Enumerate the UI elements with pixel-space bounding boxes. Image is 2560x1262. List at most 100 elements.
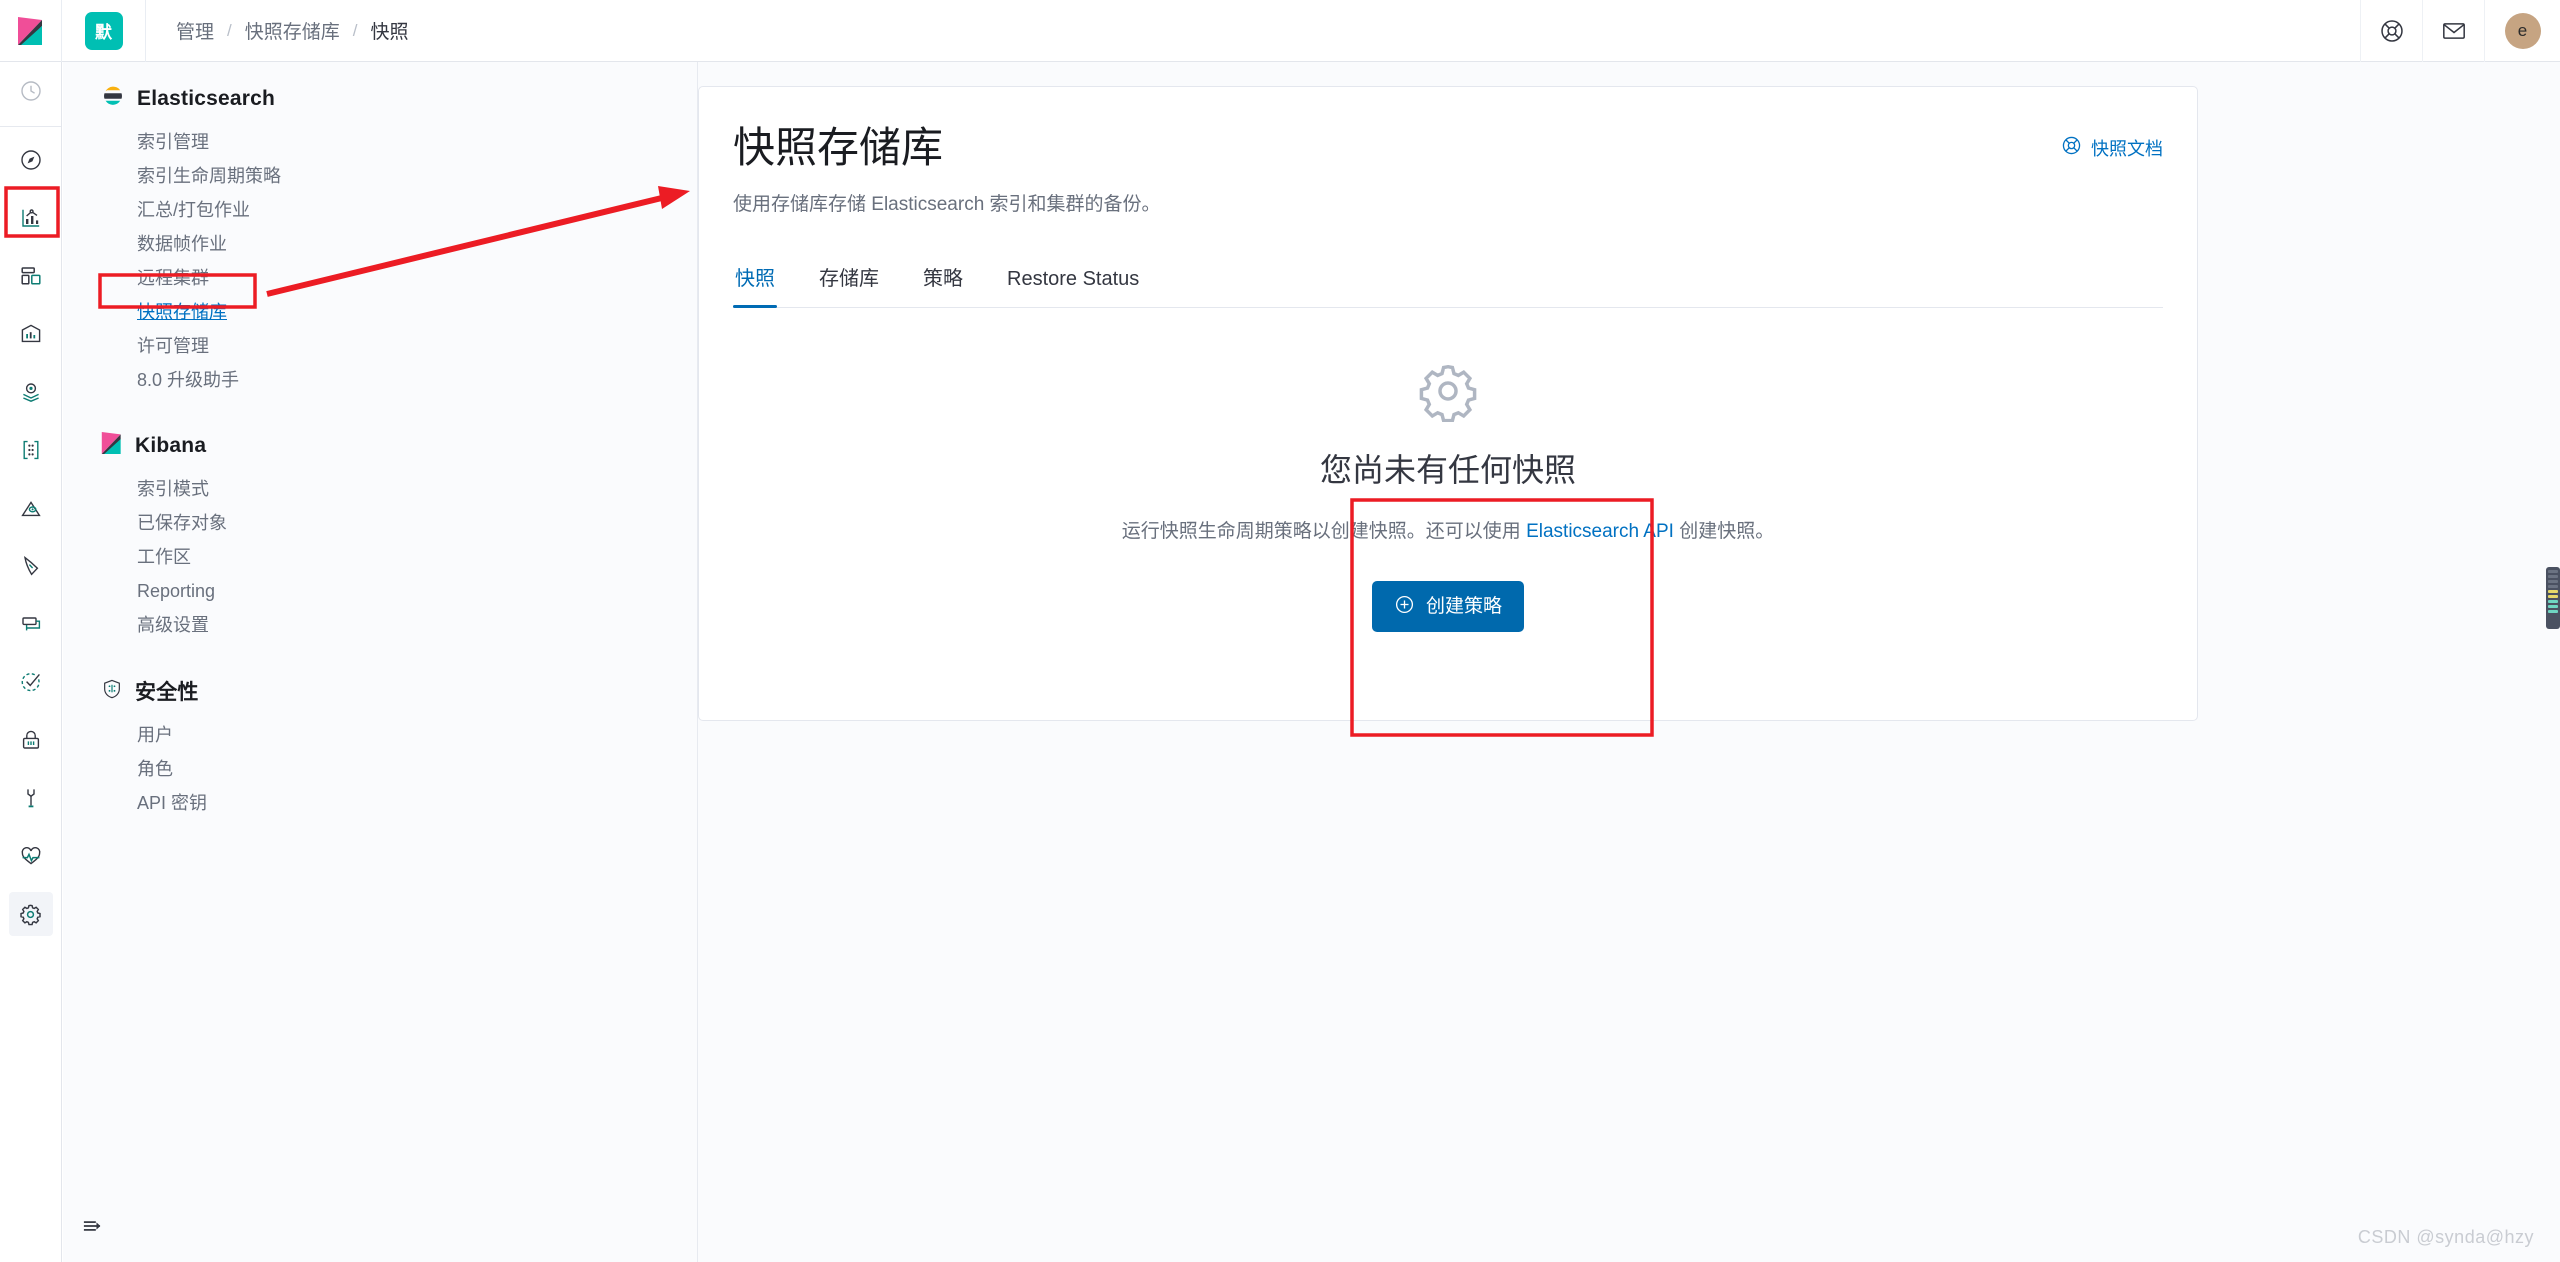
scrollbar-tick bbox=[2548, 610, 2558, 613]
create-policy-button[interactable]: 创建策略 bbox=[1372, 581, 1524, 632]
scrollbar-tick bbox=[2548, 570, 2558, 573]
create-policy-button-label: 创建策略 bbox=[1426, 597, 1502, 616]
kibana-management-page: 默 管理 / 快照存储库 / 快照 bbox=[0, 0, 2560, 1262]
space-selector-button[interactable]: 默 bbox=[62, 0, 146, 62]
sidebar-item-monitoring[interactable] bbox=[9, 834, 53, 878]
scrollbar-tick bbox=[2548, 590, 2558, 593]
sidebar-item-spaces[interactable]: 工作区 bbox=[101, 540, 697, 574]
sidebar-item-rollup-jobs[interactable]: 汇总/打包作业 bbox=[101, 193, 697, 227]
tab-restore-status[interactable]: Restore Status bbox=[1005, 268, 1141, 307]
sidebar-item-canvas[interactable] bbox=[9, 312, 53, 356]
empty-state-description-part1: 运行快照生命周期策略以创建快照。还可以使用 bbox=[1122, 521, 1526, 542]
sidebar-item-discover[interactable] bbox=[9, 138, 53, 182]
sidebar-item-roles[interactable]: 角色 bbox=[101, 752, 697, 786]
rail-group-top bbox=[0, 62, 61, 120]
metrics-icon bbox=[19, 612, 43, 636]
plus-in-circle-icon bbox=[1394, 594, 1415, 619]
nav-section-title: Elasticsearch bbox=[137, 87, 275, 111]
sidebar-item-metrics[interactable] bbox=[9, 602, 53, 646]
tab-policies[interactable]: 策略 bbox=[921, 262, 965, 307]
sidebar-item-visualize[interactable] bbox=[9, 196, 53, 240]
map-marker-layers-icon bbox=[19, 380, 43, 404]
sidebar-item-recently-viewed[interactable] bbox=[9, 69, 53, 113]
sidebar-item-index-lifecycle-policies[interactable]: 索引生命周期策略 bbox=[101, 159, 697, 193]
breadcrumb-separator: / bbox=[216, 21, 243, 41]
page-subtitle: 使用存储库存储 Elasticsearch 索引和集群的备份。 bbox=[733, 189, 1161, 216]
sidebar-item-remote-clusters[interactable]: 远程集群 bbox=[101, 261, 697, 295]
sidebar-item-siem-security[interactable] bbox=[9, 718, 53, 762]
compass-icon bbox=[19, 148, 43, 172]
global-header: 默 管理 / 快照存储库 / 快照 bbox=[0, 0, 2560, 62]
sidebar-item-advanced-settings[interactable]: 高级设置 bbox=[101, 608, 697, 642]
canvas-presentation-icon bbox=[19, 322, 43, 346]
space-badge: 默 bbox=[85, 12, 123, 50]
elasticsearch-logo-icon bbox=[101, 84, 125, 108]
sidebar-item-infrastructure[interactable] bbox=[9, 486, 53, 530]
rail-divider bbox=[0, 126, 61, 127]
avatar: e bbox=[2505, 13, 2541, 49]
page-title: 快照存储库 bbox=[733, 125, 1161, 171]
nav-section-title: 安全性 bbox=[135, 676, 199, 706]
elasticsearch-api-link[interactable]: Elasticsearch API bbox=[1526, 521, 1674, 542]
machine-learning-icon bbox=[19, 438, 43, 462]
sidebar-item-upgrade-assistant[interactable]: 8.0 升级助手 bbox=[101, 363, 697, 397]
empty-state-description-part2: 创建快照。 bbox=[1674, 521, 1774, 542]
sidebar-item-saved-objects[interactable]: 已保存对象 bbox=[101, 506, 697, 540]
snapshot-docs-link-label: 快照文档 bbox=[2091, 135, 2163, 161]
dashboard-grid-icon bbox=[19, 264, 43, 288]
wrench-icon bbox=[19, 786, 43, 810]
breadcrumb: 管理 / 快照存储库 / 快照 bbox=[146, 17, 411, 44]
sidebar-item-machine-learning[interactable] bbox=[9, 428, 53, 472]
sidebar-item-management[interactable] bbox=[9, 892, 53, 936]
tab-repositories[interactable]: 存储库 bbox=[817, 262, 881, 307]
lock-icon bbox=[19, 728, 43, 752]
panel-header: 快照存储库 使用存储库存储 Elasticsearch 索引和集群的备份。 快照… bbox=[733, 125, 2163, 216]
vertical-scrollbar[interactable] bbox=[2546, 567, 2560, 629]
sidebar-item-transform-jobs[interactable]: 数据帧作业 bbox=[101, 227, 697, 261]
mail-news-icon[interactable] bbox=[2422, 0, 2484, 62]
sidebar-item-maps[interactable] bbox=[9, 370, 53, 414]
lifebuoy-help-icon bbox=[2061, 135, 2082, 161]
uptime-check-icon bbox=[19, 670, 43, 694]
sidebar-item-dashboard[interactable] bbox=[9, 254, 53, 298]
clock-icon bbox=[19, 79, 43, 103]
scrollbar-tick bbox=[2548, 595, 2558, 598]
gear-icon bbox=[18, 902, 43, 927]
tab-snapshots[interactable]: 快照 bbox=[733, 262, 777, 307]
panel-tabs: 快照 存储库 策略 Restore Status bbox=[733, 262, 2163, 308]
kibana-logo-icon[interactable] bbox=[0, 0, 62, 62]
kibana-logo-icon bbox=[101, 431, 123, 460]
snapshot-repositories-panel: 快照存储库 使用存储库存储 Elasticsearch 索引和集群的备份。 快照… bbox=[698, 86, 2198, 721]
nav-section-security: 安全性 用户 角色 API 密钥 bbox=[101, 676, 697, 820]
sidebar-item-index-management[interactable]: 索引管理 bbox=[101, 125, 697, 159]
empty-state-title: 您尚未有任何快照 bbox=[1320, 445, 1576, 491]
scrollbar-tick bbox=[2548, 600, 2558, 603]
nav-section-header: Elasticsearch bbox=[101, 84, 697, 113]
nav-section-header: 安全性 bbox=[101, 676, 697, 706]
nav-section-header: Kibana bbox=[101, 431, 697, 460]
kibana-logo-icon bbox=[17, 16, 45, 46]
management-sidebar: Elasticsearch 索引管理 索引生命周期策略 汇总/打包作业 数据帧作… bbox=[63, 62, 698, 1262]
gear-icon bbox=[1417, 360, 1479, 427]
breadcrumb-item-0[interactable]: 管理 bbox=[174, 17, 216, 44]
sidebar-item-snapshot-repositories[interactable]: 快照存储库 bbox=[101, 295, 697, 329]
breadcrumb-separator: / bbox=[342, 21, 369, 41]
breadcrumb-item-2[interactable]: 快照 bbox=[369, 17, 411, 44]
sidebar-item-license-management[interactable]: 许可管理 bbox=[101, 329, 697, 363]
infrastructure-icon bbox=[19, 496, 43, 520]
snapshot-docs-link[interactable]: 快照文档 bbox=[2061, 125, 2163, 161]
lifebuoy-help-icon[interactable] bbox=[2360, 0, 2422, 62]
collapse-arrow-icon[interactable] bbox=[71, 1204, 115, 1248]
sidebar-item-dev-tools[interactable] bbox=[9, 776, 53, 820]
sidebar-item-reporting[interactable]: Reporting bbox=[101, 574, 697, 608]
sidebar-item-index-patterns[interactable]: 索引模式 bbox=[101, 472, 697, 506]
shield-icon bbox=[101, 677, 123, 701]
sidebar-item-api-keys[interactable]: API 密钥 bbox=[101, 786, 697, 820]
sidebar-item-logs[interactable] bbox=[9, 544, 53, 588]
shield-icon bbox=[101, 677, 123, 706]
user-menu-button[interactable]: e bbox=[2484, 0, 2560, 62]
breadcrumb-item-1[interactable]: 快照存储库 bbox=[243, 17, 342, 44]
sidebar-item-uptime[interactable] bbox=[9, 660, 53, 704]
sidebar-item-users[interactable]: 用户 bbox=[101, 718, 697, 752]
panel-header-text: 快照存储库 使用存储库存储 Elasticsearch 索引和集群的备份。 bbox=[733, 125, 1161, 216]
